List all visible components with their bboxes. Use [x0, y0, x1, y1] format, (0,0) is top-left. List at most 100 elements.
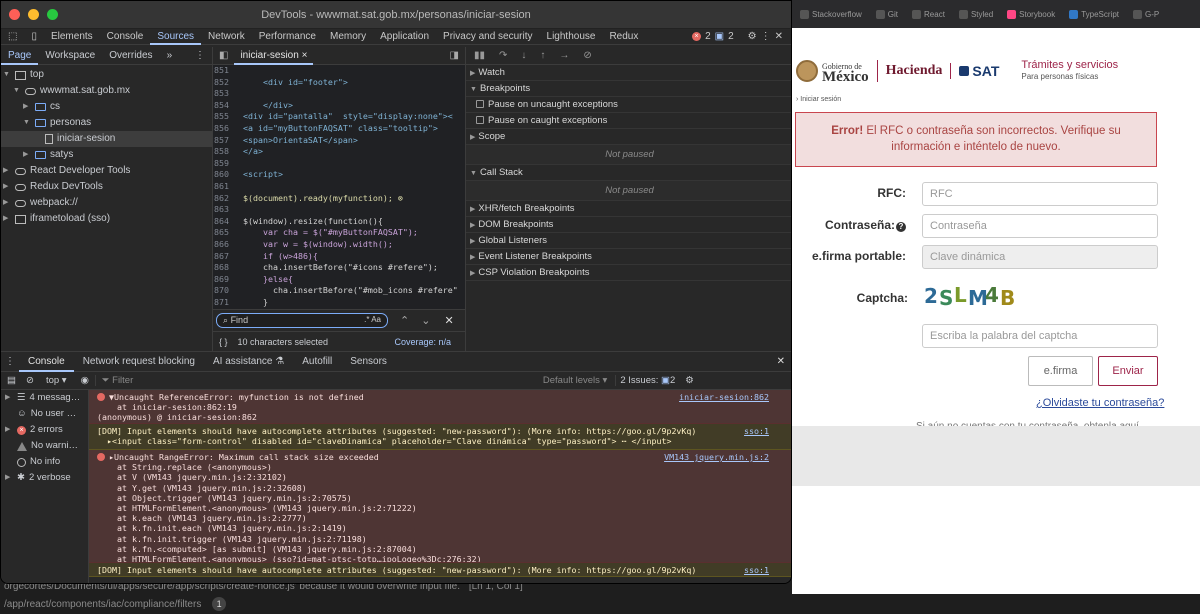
line-source[interactable]: if (w>486){	[243, 251, 318, 263]
bookmark-stackoverflow[interactable]: Stackoverflow	[800, 9, 862, 19]
line-number[interactable]: 860	[213, 169, 243, 181]
device-toolbar-icon[interactable]: ▯	[24, 29, 44, 45]
line-number[interactable]: 866	[213, 239, 243, 251]
drawer-menu-icon[interactable]: ⋮	[1, 352, 19, 372]
line-number[interactable]: 862	[213, 193, 243, 205]
error-count-icon[interactable]: ×	[692, 32, 702, 41]
drawer-tab-console[interactable]: Console	[19, 352, 74, 372]
code-line[interactable]: 857 <span>OrientaSAT</span>	[213, 135, 465, 147]
code-line[interactable]: 856 <a id="myButtonFAQSAT" class="tooltip…	[213, 123, 465, 135]
more-options-icon[interactable]: ⋮	[761, 31, 771, 42]
line-number[interactable]: 859	[213, 158, 243, 170]
section-watch[interactable]: ▶ Watch	[466, 65, 791, 81]
navigator-menu-icon[interactable]: ⋮	[188, 47, 212, 65]
side-user-messages[interactable]: ☺ No user …	[1, 406, 88, 422]
code-line[interactable]: 871 }	[213, 297, 465, 309]
drawer-tab-sensors[interactable]: Sensors	[341, 352, 396, 372]
drawer-tab-network-blocking[interactable]: Network request blocking	[74, 352, 204, 372]
step-icon[interactable]: →	[559, 50, 569, 61]
bookmark-storybook[interactable]: Storybook	[1007, 9, 1055, 19]
step-into-icon[interactable]: ↓	[521, 50, 526, 61]
tree-item-redux-devtools[interactable]: ▶ Redux DevTools	[1, 179, 212, 195]
forgot-password-link[interactable]: ¿Olvidaste tu contraseña?	[1036, 397, 1164, 409]
message-source-link[interactable]: sso:1	[744, 426, 769, 436]
close-drawer-icon[interactable]: ✕	[777, 356, 785, 367]
tab-redux[interactable]: Redux	[602, 29, 645, 45]
line-source[interactable]: </div>	[243, 100, 293, 112]
console-message[interactable]: [DOM] Input elements should have autocom…	[89, 563, 791, 577]
code-line[interactable]: 851	[213, 65, 465, 77]
close-tab-icon[interactable]: ×	[302, 50, 308, 61]
code-line[interactable]: 869 }else{	[213, 274, 465, 286]
line-number[interactable]: 858	[213, 146, 243, 158]
tree-item-react-devtools[interactable]: ▶ React Developer Tools	[1, 163, 212, 179]
side-all-messages[interactable]: ▶ ☰ 4 messag…	[1, 390, 88, 406]
drawer-tab-autofill[interactable]: Autofill	[293, 352, 341, 372]
bookmark-typescript[interactable]: TypeScript	[1069, 9, 1119, 19]
next-match-icon[interactable]: ⌄	[421, 314, 430, 327]
line-source[interactable]: var w = $(window).width();	[243, 239, 393, 251]
line-number[interactable]: 852	[213, 77, 243, 89]
code-line[interactable]: 863	[213, 204, 465, 216]
clear-console-icon[interactable]: ⊘	[22, 375, 38, 386]
code-line[interactable]: 865 var cha = $("#myButtonFAQSAT");	[213, 227, 465, 239]
bookmark-git[interactable]: Git	[875, 9, 898, 19]
sidebar-toggle-icon[interactable]: ▤	[1, 375, 22, 386]
line-source[interactable]: </a>	[243, 146, 263, 158]
console-message[interactable]: ▸Uncaught RangeError: Maximum call stack…	[89, 450, 791, 563]
code-line[interactable]: 866 var w = $(window).width();	[213, 239, 465, 251]
side-verbose[interactable]: ▶ ✱ 2 verbose	[1, 470, 88, 486]
section-scope[interactable]: ▶ Scope	[466, 129, 791, 145]
tree-item-iniciar-sesion[interactable]: iniciar-sesion	[1, 131, 212, 147]
line-source[interactable]: <script>	[243, 169, 283, 181]
side-info[interactable]: No info	[1, 454, 88, 470]
issue-count-icon[interactable]: ▣	[715, 31, 724, 42]
tab-memory[interactable]: Memory	[323, 29, 373, 45]
deactivate-breakpoints-icon[interactable]: ⊘	[583, 50, 591, 61]
section-call-stack[interactable]: ▼ Call Stack	[466, 165, 791, 181]
tree-item-cs[interactable]: ▶ cs	[1, 99, 212, 115]
line-number[interactable]: 855	[213, 111, 243, 123]
tab-lighthouse[interactable]: Lighthouse	[540, 29, 603, 45]
tree-item-top[interactable]: ▼ top	[1, 67, 212, 83]
tab-application[interactable]: Application	[373, 29, 436, 45]
side-warnings[interactable]: No warni…	[1, 438, 88, 454]
line-number[interactable]: 857	[213, 135, 243, 147]
send-button[interactable]: Enviar	[1098, 356, 1158, 386]
message-source-link[interactable]: sso:1	[744, 565, 769, 575]
bookmark-styled[interactable]: Styled	[958, 9, 993, 19]
tab-console[interactable]: Console	[100, 29, 151, 45]
line-source[interactable]: cha.insertBefore("#mob_icons #refere"	[243, 285, 458, 297]
toggle-navigator-icon[interactable]: ◧	[213, 50, 234, 61]
line-source[interactable]: cha.insertBefore("#icons #refere");	[243, 262, 438, 274]
tree-item-domain[interactable]: ▼ wwwmat.sat.gob.mx	[1, 83, 212, 99]
tab-page[interactable]: Page	[1, 47, 39, 65]
zoom-window-button[interactable]	[47, 9, 58, 20]
line-number[interactable]: 871	[213, 297, 243, 309]
find-options[interactable]: .* Aa	[364, 315, 381, 324]
line-number[interactable]: 864	[213, 216, 243, 228]
section-dom-breakpoints[interactable]: ▶ DOM Breakpoints	[466, 217, 791, 233]
tab-performance[interactable]: Performance	[252, 29, 323, 45]
tab-workspace[interactable]: Workspace	[38, 47, 102, 65]
drawer-tab-ai-assistance[interactable]: AI assistance ⚗	[204, 352, 293, 372]
close-devtools-icon[interactable]: ✕	[775, 31, 783, 42]
line-number[interactable]: 865	[213, 227, 243, 239]
console-message[interactable]: [DOM] Input elements should have autocom…	[89, 424, 791, 450]
section-breakpoints[interactable]: ▼ Breakpoints	[466, 81, 791, 97]
line-number[interactable]: 863	[213, 204, 243, 216]
tab-overrides[interactable]: Overrides	[102, 47, 159, 65]
line-source[interactable]: $(window).resize(function(){	[243, 216, 383, 228]
tree-item-webpack[interactable]: ▶ webpack://	[1, 195, 212, 211]
clave-dinamica-input[interactable]: Clave dinámica	[922, 245, 1158, 269]
code-line[interactable]: 855 <div id="pantalla" style="display:non…	[213, 111, 465, 123]
tab-network[interactable]: Network	[201, 29, 252, 45]
side-errors[interactable]: ▶ × 2 errors	[1, 422, 88, 438]
message-source-link[interactable]: VM143 jquery.min.js:2	[664, 452, 769, 462]
breadcrumb[interactable]: › Iniciar sesión	[796, 96, 841, 103]
code-line[interactable]: 858 </a>	[213, 146, 465, 158]
file-tab-iniciar-sesion[interactable]: iniciar-sesion ×	[234, 47, 314, 65]
efirma-button[interactable]: e.firma	[1028, 356, 1093, 386]
help-icon[interactable]: ?	[896, 222, 906, 232]
log-levels-select[interactable]: Default levels ▾	[535, 375, 615, 386]
